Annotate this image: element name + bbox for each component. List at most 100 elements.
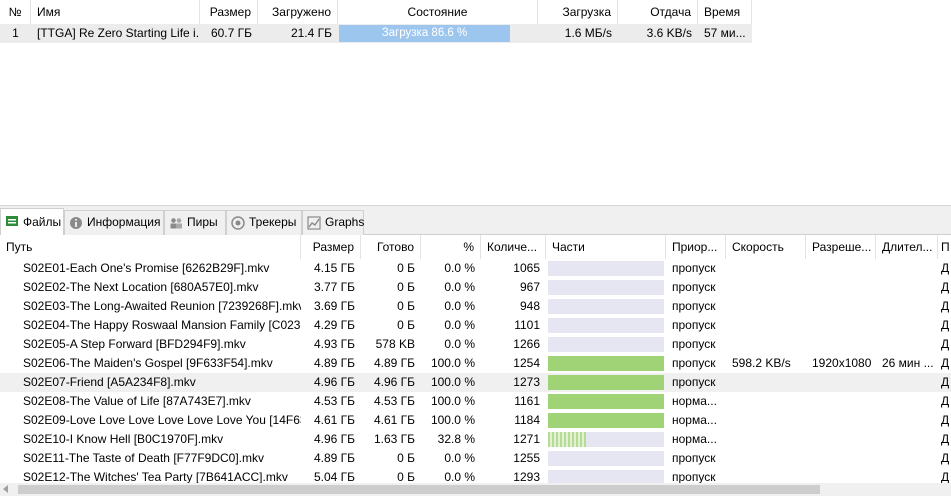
file-row[interactable]: S02E04-The Happy Roswaal Mansion Family …: [0, 316, 951, 335]
tab-graphs[interactable]: Graphs: [302, 210, 364, 235]
file-count: 1273: [513, 375, 540, 389]
header-extra[interactable]: П: [938, 235, 951, 259]
file-priority: пропуск: [672, 356, 716, 370]
file-priority: норма...: [672, 432, 717, 446]
horizontal-scrollbar[interactable]: [0, 483, 951, 496]
file-extra: Д: [941, 280, 950, 294]
file-priority: пропуск: [672, 318, 716, 332]
file-row[interactable]: S02E09-Love Love Love Love Love Love You…: [0, 411, 951, 430]
file-extra: Д: [941, 394, 950, 408]
header-duration[interactable]: Длител...: [876, 235, 938, 259]
file-speed: [726, 392, 806, 411]
torrent-up-speed: 3.6 KB/s: [646, 26, 692, 40]
file-size: 4.96 ГБ: [313, 375, 355, 389]
tab-label: Graphs: [325, 215, 365, 229]
file-speed: [726, 316, 806, 335]
header-path[interactable]: Путь: [0, 235, 301, 259]
graphs-icon: [307, 216, 321, 230]
torrent-size: 60.7 ГБ: [210, 26, 252, 40]
scroll-left-icon[interactable]: [3, 485, 8, 493]
tab-info[interactable]: Информация: [64, 210, 164, 235]
file-parts-bar: [548, 432, 664, 447]
file-duration: [876, 430, 938, 449]
file-duration: [876, 297, 938, 316]
header-percent[interactable]: %: [421, 235, 481, 259]
file-parts-bar: [548, 318, 664, 333]
file-path: S02E08-The Value of Life [87A743E7].mkv: [23, 394, 251, 408]
file-priority: пропуск: [672, 451, 716, 465]
header-status[interactable]: Состояние: [338, 0, 538, 24]
trackers-icon: [231, 216, 245, 230]
header-name[interactable]: Имя: [31, 0, 200, 24]
file-speed: [726, 297, 806, 316]
file-priority: пропуск: [672, 261, 716, 275]
file-row[interactable]: S02E08-The Value of Life [87A743E7].mkv …: [0, 392, 951, 411]
tab-trackers[interactable]: Трекеры: [226, 210, 302, 235]
tab-label: Пиры: [187, 215, 218, 229]
file-resolution: [806, 373, 876, 392]
header-count[interactable]: Количе...: [481, 235, 546, 259]
header-up-speed[interactable]: Отдача: [618, 0, 698, 24]
file-parts-bar: [548, 394, 664, 409]
file-done: 0 Б: [397, 299, 415, 313]
file-row[interactable]: S02E11-The Taste of Death [F77F9DC0].mkv…: [0, 449, 951, 468]
file-path: S02E02-The Next Location [680A57E0].mkv: [23, 280, 259, 294]
file-extra: Д: [941, 337, 950, 351]
file-row[interactable]: S02E01-Each One's Promise [6262B29F].mkv…: [0, 259, 951, 278]
header-parts[interactable]: Части: [546, 235, 666, 259]
file-resolution: 1920x1080: [812, 356, 872, 370]
file-duration: [876, 316, 938, 335]
file-row[interactable]: S02E06-The Maiden's Gospel [9F633F54].mk…: [0, 354, 951, 373]
file-resolution: [806, 259, 876, 278]
file-speed: [726, 278, 806, 297]
header-file-size[interactable]: Размер: [301, 235, 361, 259]
header-down-speed[interactable]: Загрузка: [538, 0, 618, 24]
header-num[interactable]: №: [0, 0, 31, 24]
scrollbar-thumb[interactable]: [18, 485, 820, 494]
file-path: S02E05-A Step Forward [BFD294F9].mkv: [23, 337, 246, 351]
file-percent: 0.0 %: [444, 299, 475, 313]
file-resolution: [806, 297, 876, 316]
header-downloaded[interactable]: Загружено: [258, 0, 338, 24]
file-duration: [876, 392, 938, 411]
file-priority: пропуск: [672, 280, 716, 294]
file-parts-bar: [548, 261, 664, 276]
file-parts-bar: [548, 375, 664, 390]
tab-files[interactable]: Файлы: [0, 208, 64, 236]
file-extra: Д: [941, 299, 950, 313]
file-parts-bar: [548, 356, 664, 371]
file-duration: [876, 468, 938, 483]
file-percent: 100.0 %: [430, 356, 475, 370]
header-time[interactable]: Время: [698, 0, 752, 24]
file-row[interactable]: S02E05-A Step Forward [BFD294F9].mkv 4.9…: [0, 335, 951, 354]
header-done[interactable]: Готово: [361, 235, 421, 259]
file-size: 4.89 ГБ: [313, 451, 355, 465]
file-rows: S02E01-Each One's Promise [6262B29F].mkv…: [0, 259, 951, 483]
files-icon: [6, 216, 18, 226]
file-size: 4.61 ГБ: [313, 413, 355, 427]
torrent-row[interactable]: 1 [TTGA] Re Zero Starting Life i... 60.7…: [0, 24, 752, 43]
file-speed: [726, 259, 806, 278]
file-row[interactable]: S02E10-I Know Hell [B0C1970F].mkv 4.96 Г…: [0, 430, 951, 449]
tab-peers[interactable]: Пиры: [164, 210, 226, 235]
file-parts-bar: [548, 337, 664, 352]
file-size: 3.77 ГБ: [313, 280, 355, 294]
file-size: 4.89 ГБ: [313, 356, 355, 370]
file-size: 4.96 ГБ: [313, 432, 355, 446]
file-duration: [876, 411, 938, 430]
file-resolution: [806, 468, 876, 483]
tab-label: Файлы: [23, 215, 62, 229]
file-row[interactable]: S02E03-The Long-Awaited Reunion [7239268…: [0, 297, 951, 316]
file-done: 578 KB: [375, 337, 415, 351]
header-priority[interactable]: Приор...: [666, 235, 726, 259]
file-row[interactable]: S02E07-Friend [A5A234F8].mkv 4.96 ГБ 4.9…: [0, 373, 951, 392]
file-priority: норма...: [672, 413, 717, 427]
file-done: 4.96 ГБ: [373, 375, 415, 389]
torrent-time: 57 ми...: [704, 26, 746, 40]
header-resolution[interactable]: Разреше...: [806, 235, 876, 259]
file-row[interactable]: S02E02-The Next Location [680A57E0].mkv …: [0, 278, 951, 297]
file-count: 1065: [513, 261, 540, 275]
file-row[interactable]: S02E12-The Witches' Tea Party [7B641ACC]…: [0, 468, 951, 483]
header-speed[interactable]: Скорость: [726, 235, 806, 259]
header-size[interactable]: Размер: [200, 0, 258, 24]
